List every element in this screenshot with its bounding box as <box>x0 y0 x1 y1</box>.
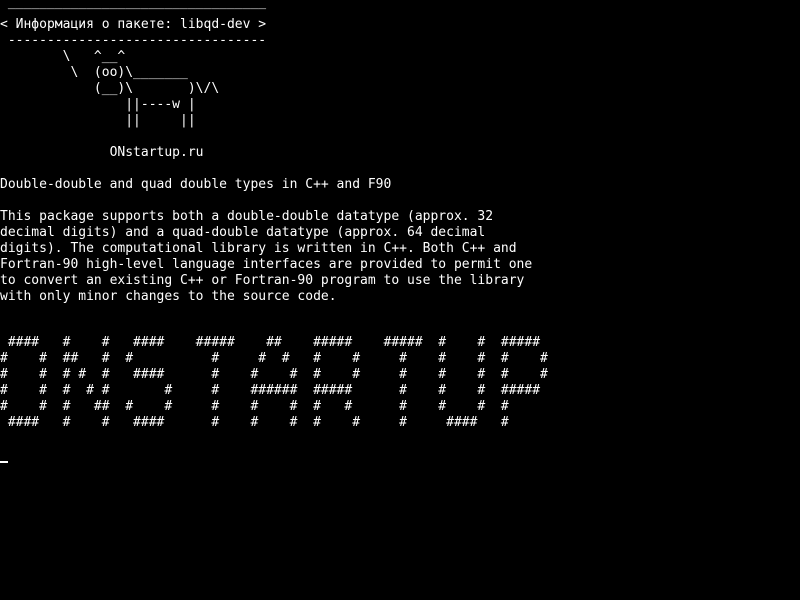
cow-ascii-line: \ (oo)\_______ <box>0 65 188 80</box>
terminal-screen[interactable]: _________________________________ < Инфо… <box>0 0 800 600</box>
cow-ascii-line: \ ^__^ <box>0 49 126 64</box>
text-cursor <box>0 461 8 463</box>
package-description-line: to convert an existing C++ or Fortran-90… <box>0 273 525 288</box>
banner-ascii-line: # # # # # #### # # # # # # # # # # <box>0 367 548 382</box>
banner-ascii-line: # # # ## # # # # # # # # # # # <box>0 399 509 414</box>
banner-ascii-line: # # # # # # # ###### ##### # # # ##### <box>0 383 541 398</box>
package-description-line: This package supports both a double-doub… <box>0 209 494 224</box>
banner-ascii-line: # # ## # # # # # # # # # # # # <box>0 351 548 366</box>
site-credit: ONstartup.ru <box>0 145 204 160</box>
cowsay-bubble-bottom: --------------------------------- <box>0 33 267 48</box>
package-description-line: Fortran-90 high-level language interface… <box>0 257 533 272</box>
cowsay-bubble-top: _________________________________ <box>0 0 267 10</box>
package-description-line: decimal digits) and a quad-double dataty… <box>0 225 486 240</box>
package-summary: Double-double and quad double types in C… <box>0 177 392 192</box>
banner-ascii-line: #### # # #### # # # # # # #### # <box>0 415 509 430</box>
cow-ascii-line: ||----w | <box>0 97 196 112</box>
banner-ascii-line: #### # # #### ##### ## ##### ##### # # #… <box>0 335 541 350</box>
package-description-line: with only minor changes to the source co… <box>0 289 337 304</box>
terminal-output: _________________________________ < Инфо… <box>0 0 800 600</box>
package-description-line: digits). The computational library is wr… <box>0 241 517 256</box>
cow-ascii-line: (__)\ )\/\ <box>0 81 220 96</box>
cow-ascii-line: || || <box>0 113 196 128</box>
cowsay-bubble-title: < Информация о пакете: libqd-dev > <box>0 17 267 32</box>
